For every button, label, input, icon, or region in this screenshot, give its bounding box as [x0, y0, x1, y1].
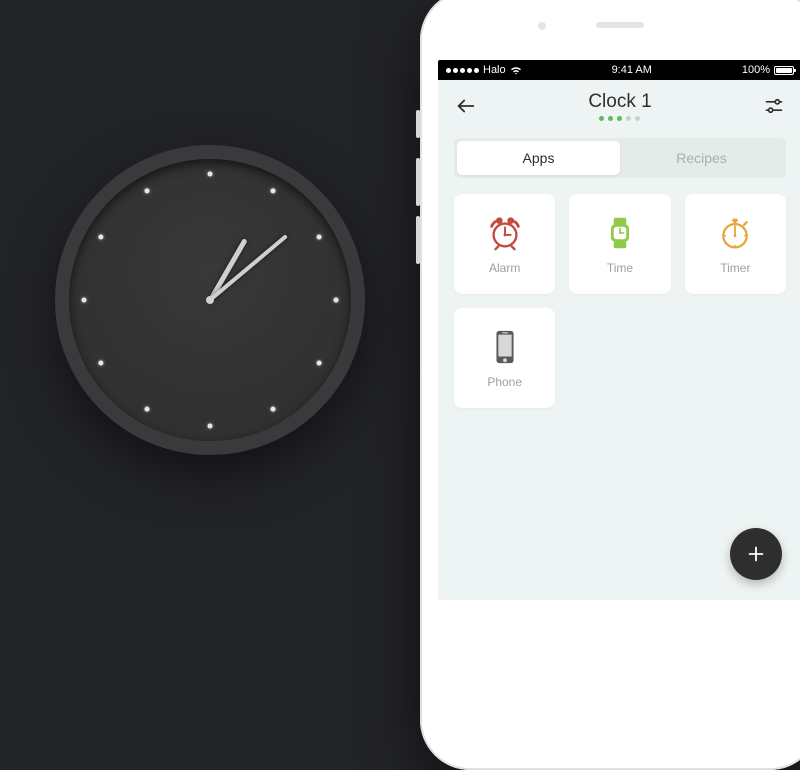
app-card-watch[interactable]: Time — [569, 194, 670, 294]
sliders-icon — [764, 96, 784, 116]
clock-preview — [0, 0, 420, 600]
app-card-phone[interactable]: Phone — [454, 308, 555, 408]
app-label: Timer — [720, 261, 750, 275]
hour-marker — [334, 298, 339, 303]
hour-marker — [82, 298, 87, 303]
back-button[interactable] — [454, 94, 478, 118]
battery-percent: 100% — [742, 64, 770, 76]
page-title: Clock 1 — [588, 91, 651, 113]
wifi-icon — [510, 66, 522, 75]
app-label: Phone — [487, 375, 522, 389]
hour-marker — [145, 188, 150, 193]
hour-marker — [208, 172, 213, 177]
hour-marker — [271, 407, 276, 412]
clock-center — [206, 296, 214, 304]
status-time: 9:41 AM — [612, 64, 652, 76]
watch-icon — [600, 213, 640, 253]
hour-marker — [317, 235, 322, 240]
tab-recipes[interactable]: Recipes — [620, 141, 783, 175]
stopwatch-icon — [715, 213, 755, 253]
hour-marker — [98, 235, 103, 240]
carrier-label: Halo — [483, 64, 506, 76]
phone-mockup: Halo 9:41 AM 100% Clock 1 AppsRecipes Al… — [420, 0, 800, 770]
app-card-stopwatch[interactable]: Timer — [685, 194, 786, 294]
phone-icon — [485, 327, 525, 367]
alarm-icon — [485, 213, 525, 253]
app-header: Clock 1 — [438, 80, 800, 132]
hour-marker — [98, 361, 103, 366]
signal-icon — [446, 68, 479, 73]
tab-apps[interactable]: Apps — [457, 141, 620, 175]
hour-marker — [317, 361, 322, 366]
plus-icon — [745, 543, 767, 565]
hour-marker — [271, 188, 276, 193]
status-bar: Halo 9:41 AM 100% — [438, 60, 800, 80]
app-label: Alarm — [489, 261, 520, 275]
page-indicator — [588, 116, 651, 121]
analog-clock — [55, 145, 365, 455]
hour-marker — [145, 407, 150, 412]
app-card-alarm[interactable]: Alarm — [454, 194, 555, 294]
battery-icon — [774, 66, 794, 75]
segmented-tabs: AppsRecipes — [454, 138, 786, 178]
phone-screen: Halo 9:41 AM 100% Clock 1 AppsRecipes Al… — [438, 60, 800, 600]
hour-marker — [208, 424, 213, 429]
app-grid: Alarm Time Timer Phone — [438, 178, 800, 424]
settings-button[interactable] — [762, 94, 786, 118]
arrow-left-icon — [455, 95, 477, 117]
app-label: Time — [607, 261, 633, 275]
add-button[interactable] — [730, 528, 782, 580]
